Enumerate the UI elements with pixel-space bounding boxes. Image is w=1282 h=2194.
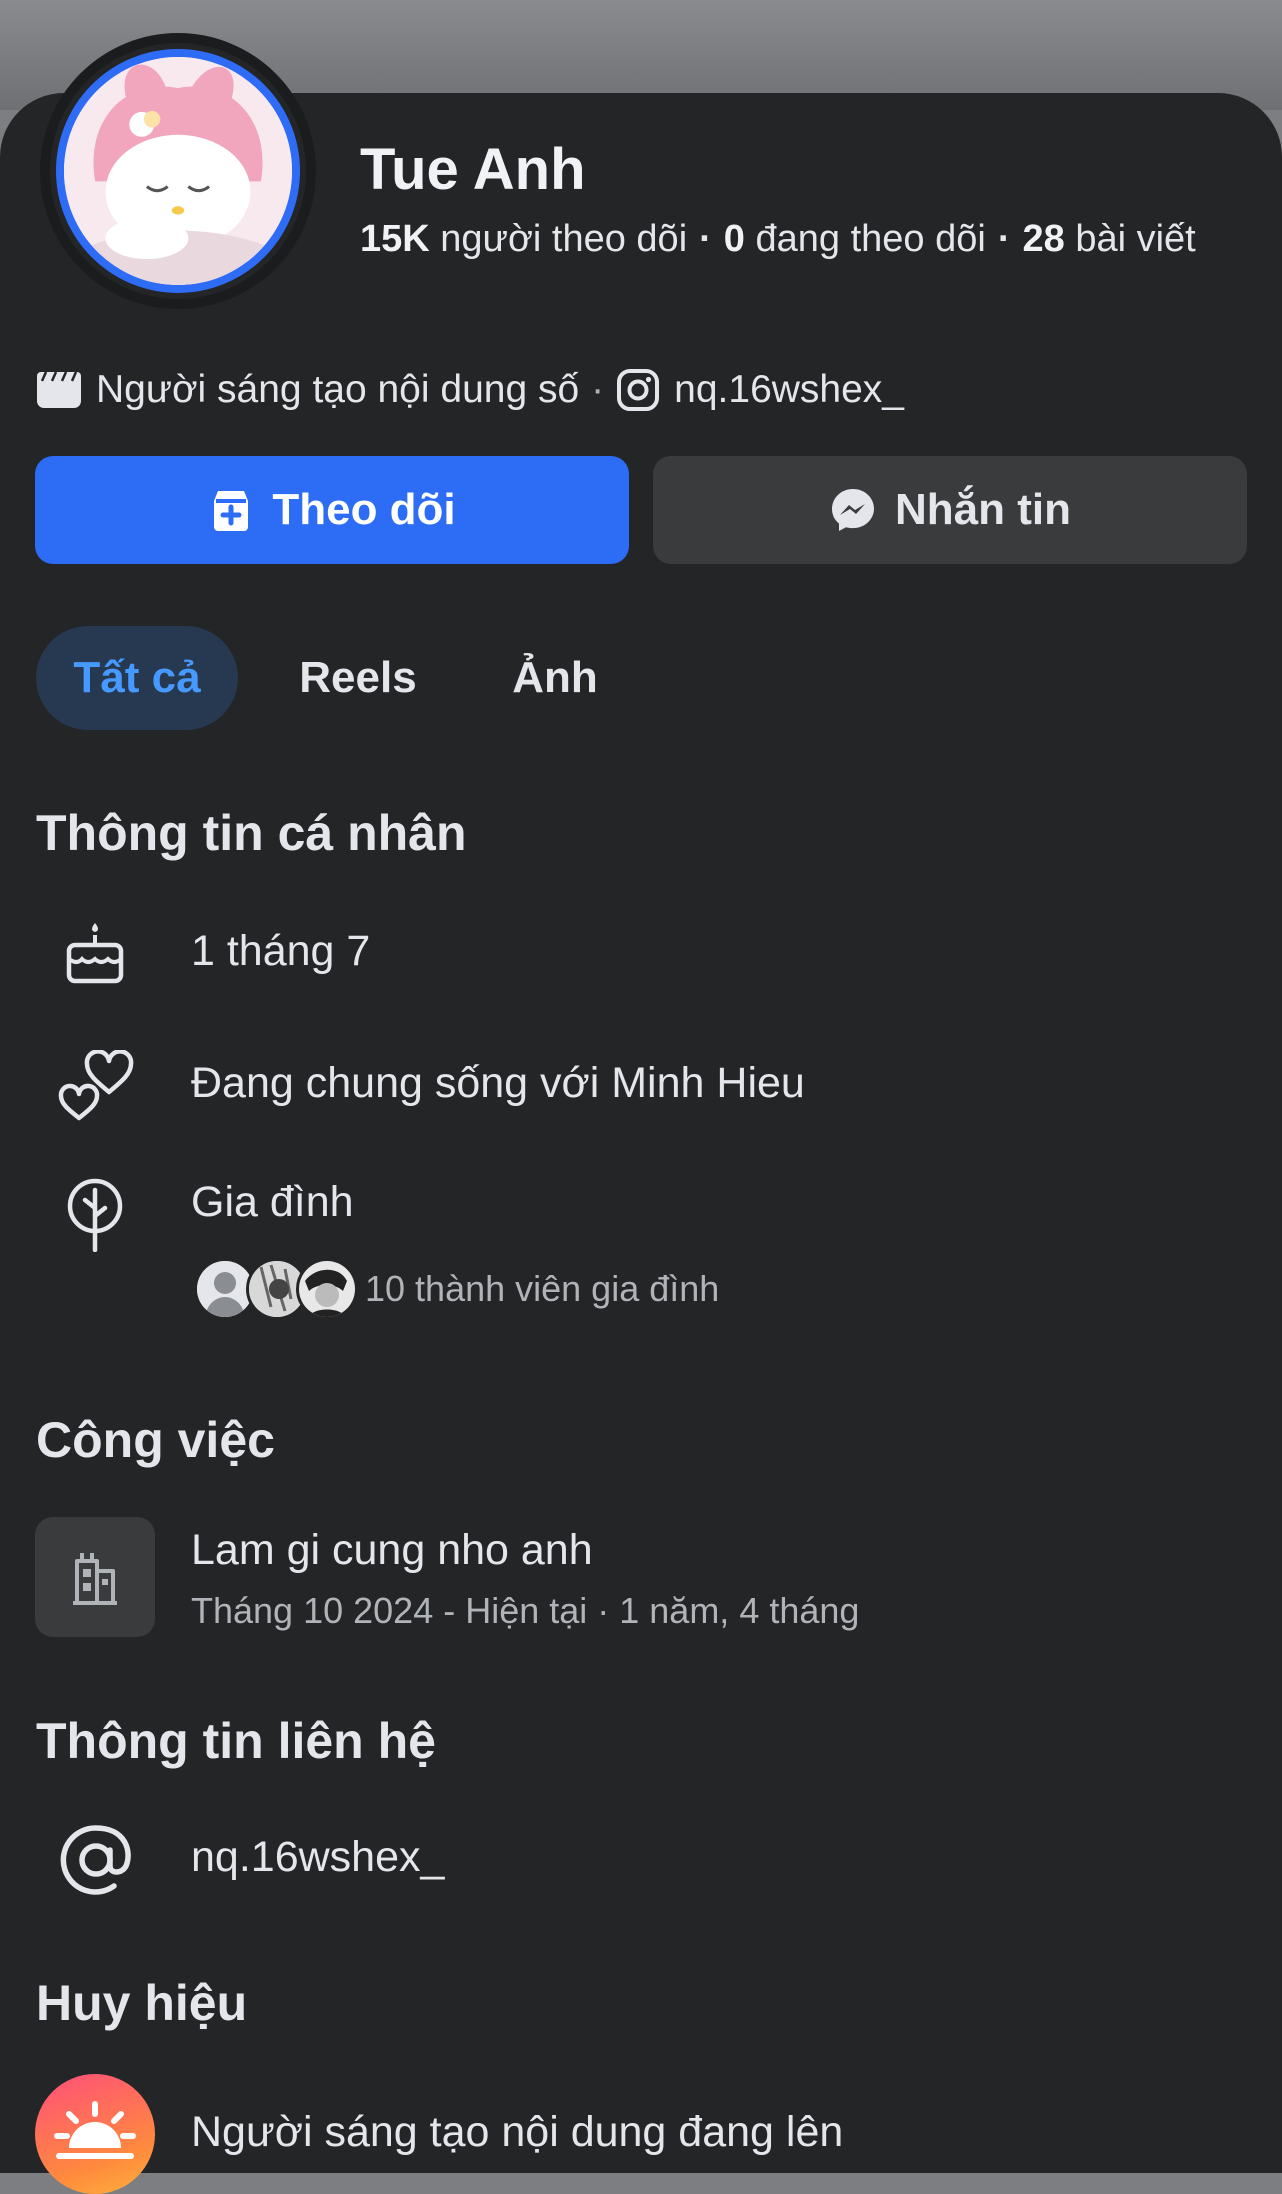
meta-separator: · xyxy=(591,368,605,411)
followers-label[interactable]: người theo dõi xyxy=(440,218,687,260)
family-tree-icon xyxy=(62,1176,128,1252)
tab-photos[interactable]: Ảnh xyxy=(478,626,632,730)
work-company[interactable]: Lam gi cung nho anh xyxy=(191,1526,593,1575)
family-label: Gia đình xyxy=(191,1178,354,1226)
stats-separator: · xyxy=(699,218,712,260)
work-title: Công việc xyxy=(36,1412,275,1468)
follow-button[interactable]: Theo dõi xyxy=(35,456,629,564)
profile-avatar[interactable] xyxy=(40,33,316,309)
profile-name: Tue Anh xyxy=(360,137,586,202)
posts-count: 28 xyxy=(1022,218,1065,260)
relationship-text[interactable]: Đang chung sống với Minh Hieu xyxy=(191,1059,805,1108)
contact-handle[interactable]: nq.16wshex_ xyxy=(191,1833,444,1882)
personal-info-title: Thông tin cá nhân xyxy=(36,805,467,861)
profile-meta-row: Người sáng tạo nội dung số · nq.16wshex_ xyxy=(36,368,904,412)
birthday-text: 1 tháng 7 xyxy=(191,927,371,975)
messenger-icon xyxy=(829,486,895,534)
family-members-count[interactable]: 10 thành viên gia đình xyxy=(365,1268,719,1310)
creator-category: Người sáng tạo nội dung số xyxy=(96,368,580,411)
birthday-cake-icon xyxy=(60,918,130,988)
building-icon xyxy=(35,1517,155,1637)
follow-add-icon xyxy=(208,487,272,533)
following-label[interactable]: đang theo dõi xyxy=(756,218,986,260)
instagram-link[interactable]: nq.16wshex_ xyxy=(674,368,904,412)
stats-separator: · xyxy=(997,218,1011,260)
following-count[interactable]: 0 xyxy=(724,218,745,260)
badges-title: Huy hiệu xyxy=(36,1975,248,2031)
at-sign-icon xyxy=(56,1820,136,1900)
hearts-icon xyxy=(56,1048,136,1124)
badge-label[interactable]: Người sáng tạo nội dung đang lên xyxy=(191,2108,843,2157)
clapperboard-icon xyxy=(36,370,82,410)
sunrise-badge-icon xyxy=(35,2074,155,2194)
instagram-icon xyxy=(616,368,660,412)
follow-label: Theo dõi xyxy=(272,485,456,534)
contact-title: Thông tin liên hệ xyxy=(36,1713,436,1769)
tab-reels[interactable]: Reels xyxy=(268,626,448,730)
avatar-image xyxy=(64,57,292,285)
tab-all[interactable]: Tất cả xyxy=(36,626,238,730)
posts-label: bài viết xyxy=(1075,218,1196,260)
profile-stats: 15K người theo dõi · 0 đang theo dõi · 28 bà… xyxy=(360,218,1196,261)
message-label: Nhắn tin xyxy=(895,485,1071,534)
message-button[interactable]: Nhắn tin xyxy=(653,456,1247,564)
work-period: Tháng 10 2024 - Hiện tại · 1 năm, 4 thán… xyxy=(191,1590,860,1631)
family-member-avatar[interactable] xyxy=(296,1258,358,1320)
followers-count[interactable]: 15K xyxy=(360,218,430,260)
